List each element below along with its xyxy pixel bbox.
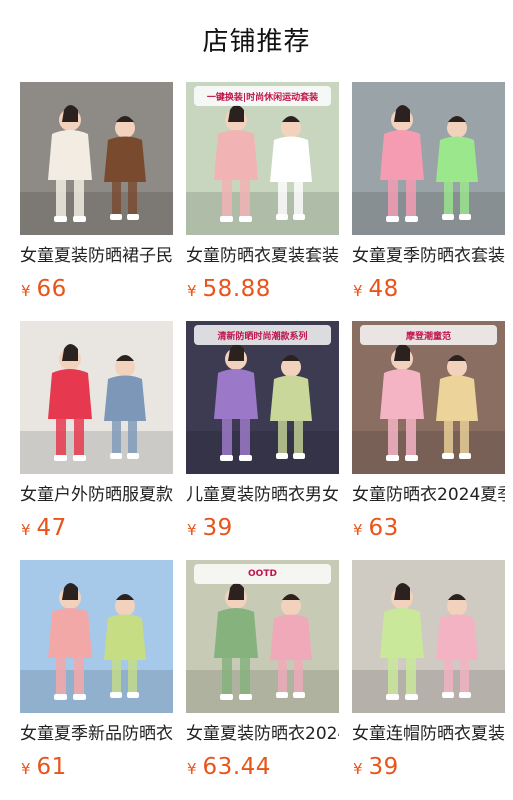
product-name[interactable]: 女童夏季新品防晒衣套装 — [20, 722, 173, 746]
price-value: 48 — [368, 276, 399, 302]
product-price: ¥47 — [20, 515, 173, 545]
product-name[interactable]: 女童防晒衣2024夏季新款 — [352, 483, 505, 507]
price-value: 61 — [36, 754, 67, 780]
price-value: 63 — [368, 515, 399, 541]
product-price: ¥63 — [352, 515, 505, 545]
price-value: 39 — [368, 754, 399, 780]
product-card[interactable]: 摩登潮童范女童防晒衣2024夏季新款 ¥63 — [352, 321, 505, 547]
page-title: 店铺推荐 — [202, 27, 311, 57]
currency-symbol: ¥ — [353, 282, 363, 300]
image-banner-text: 清新防晒时尚潮款系列 — [194, 325, 331, 345]
currency-symbol: ¥ — [21, 282, 31, 300]
product-name[interactable]: 儿童夏装防晒衣男女童外套 — [186, 483, 339, 507]
product-image[interactable] — [352, 560, 505, 713]
product-card[interactable]: 女童夏季新品防晒衣套装 ¥61 — [20, 560, 173, 786]
product-card[interactable]: OOTD 女童夏装防晒衣2024新款 ¥63.44 — [186, 560, 339, 786]
product-image[interactable]: 摩登潮童范 — [352, 321, 505, 474]
product-card[interactable]: 女童连帽防晒衣夏装薄款 ¥39 — [352, 560, 505, 786]
currency-symbol: ¥ — [187, 760, 197, 778]
currency-symbol: ¥ — [21, 760, 31, 778]
product-price: ¥63.44 — [186, 754, 339, 784]
product-price: ¥61 — [20, 754, 173, 784]
product-image[interactable] — [20, 560, 173, 713]
product-card[interactable]: 一键换装|时尚休闲运动套装女童防晒衣夏装套装女孩 ¥58.88 — [186, 82, 339, 308]
currency-symbol: ¥ — [187, 282, 197, 300]
product-card[interactable]: 女童户外防晒服夏款薄款 ¥47 — [20, 321, 173, 547]
product-price: ¥58.88 — [186, 276, 339, 306]
product-name[interactable]: 女童防晒衣夏装套装女孩 — [186, 244, 339, 268]
product-name[interactable]: 女童连帽防晒衣夏装薄款 — [352, 722, 505, 746]
product-card[interactable]: 清新防晒时尚潮款系列儿童夏装防晒衣男女童外套 ¥39 — [186, 321, 339, 547]
product-name[interactable]: 女童户外防晒服夏款薄款 — [20, 483, 173, 507]
product-name[interactable]: 女童夏装防晒裙子民族风 — [20, 244, 173, 268]
currency-symbol: ¥ — [353, 521, 363, 539]
product-image[interactable]: 清新防晒时尚潮款系列 — [186, 321, 339, 474]
currency-symbol: ¥ — [187, 521, 197, 539]
image-banner-text: 一键换装|时尚休闲运动套装 — [194, 86, 331, 106]
price-value: 66 — [36, 276, 67, 302]
product-price: ¥66 — [20, 276, 173, 306]
image-banner-text: OOTD — [194, 564, 331, 584]
price-value: 39 — [202, 515, 233, 541]
currency-symbol: ¥ — [353, 760, 363, 778]
product-image[interactable] — [20, 321, 173, 474]
product-image[interactable]: 一键换装|时尚休闲运动套装 — [186, 82, 339, 235]
product-name[interactable]: 女童夏装防晒衣2024新款 — [186, 722, 339, 746]
product-name[interactable]: 女童夏季防晒衣套装女孩 — [352, 244, 505, 268]
currency-symbol: ¥ — [21, 521, 31, 539]
price-value: 58.88 — [202, 276, 271, 302]
product-price: ¥39 — [186, 515, 339, 545]
product-card[interactable]: 女童夏季防晒衣套装女孩 ¥48 — [352, 82, 505, 308]
image-banner-text: 摩登潮童范 — [360, 325, 497, 345]
product-image[interactable]: OOTD — [186, 560, 339, 713]
product-price: ¥48 — [352, 276, 505, 306]
product-image[interactable] — [20, 82, 173, 235]
product-card[interactable]: 女童夏装防晒裙子民族风 ¥66 — [20, 82, 173, 308]
product-price: ¥39 — [352, 754, 505, 784]
price-value: 47 — [36, 515, 67, 541]
product-image[interactable] — [352, 82, 505, 235]
price-value: 63.44 — [202, 754, 271, 780]
product-grid: 女童夏装防晒裙子民族风 ¥66 一键换装|时尚休闲运动套装女童防晒衣夏装套装女孩 ¥5… — [20, 82, 506, 786]
